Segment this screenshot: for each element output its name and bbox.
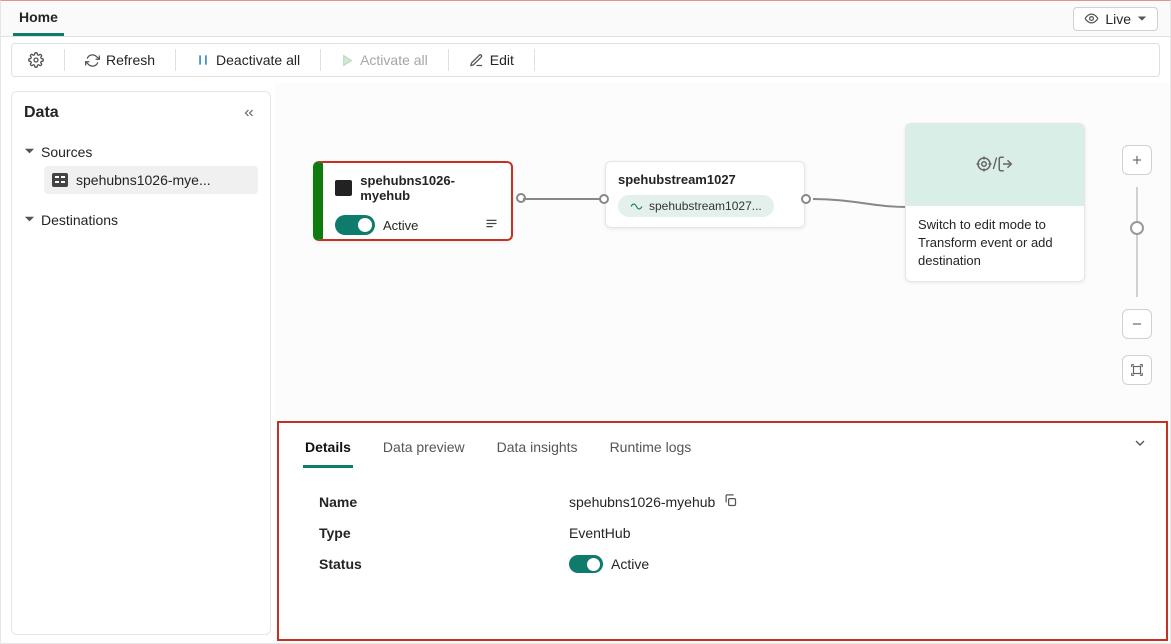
stream-pill-label: spehubstream1027... <box>649 199 762 213</box>
tab-runtime-logs[interactable]: Runtime logs <box>608 433 694 468</box>
details-panel: Details Data preview Data insights Runti… <box>277 421 1168 641</box>
destination-placeholder[interactable]: / Switch to edit mode to Transform event… <box>905 123 1085 282</box>
input-port[interactable] <box>599 194 609 204</box>
eventhub-icon <box>52 173 68 187</box>
activate-all-button[interactable]: Activate all <box>331 48 438 72</box>
copy-icon[interactable] <box>723 493 738 511</box>
deactivate-label: Deactivate all <box>216 52 300 68</box>
output-port[interactable] <box>801 194 811 204</box>
destination-hint: Switch to edit mode to Transform event o… <box>906 206 1084 281</box>
connector <box>523 194 609 204</box>
zoom-slider[interactable] <box>1136 187 1138 297</box>
tab-home[interactable]: Home <box>13 1 64 36</box>
gear-icon <box>28 52 44 68</box>
deactivate-all-button[interactable]: Deactivate all <box>186 48 310 72</box>
refresh-icon <box>85 53 100 68</box>
settings-button[interactable] <box>18 48 54 72</box>
stream-node[interactable]: spehubstream1027 spehubstream1027... <box>605 161 805 228</box>
tab-details[interactable]: Details <box>303 433 353 468</box>
activate-label: Activate all <box>360 52 428 68</box>
type-label: Type <box>319 525 569 541</box>
status-label: Active <box>383 218 418 233</box>
type-value: EventHub <box>569 525 630 541</box>
sources-label: Sources <box>41 144 92 160</box>
chevron-down-icon <box>24 144 35 160</box>
sources-header[interactable]: Sources <box>24 138 258 166</box>
source-item[interactable]: spehubns1026-mye... <box>44 166 258 194</box>
edit-button[interactable]: Edit <box>459 48 524 72</box>
eventhub-icon <box>335 180 352 196</box>
zoom-in-button[interactable] <box>1122 145 1152 175</box>
fit-button[interactable] <box>1122 355 1152 385</box>
pause-icon <box>196 53 210 67</box>
refresh-button[interactable]: Refresh <box>75 48 165 72</box>
refresh-label: Refresh <box>106 52 155 68</box>
status-value: Active <box>611 556 649 572</box>
top-tabs: Home Live <box>1 1 1170 37</box>
status-label: Status <box>319 556 569 572</box>
status-toggle[interactable] <box>569 555 603 573</box>
collapse-panel-icon[interactable] <box>1132 435 1148 454</box>
edit-label: Edit <box>490 52 514 68</box>
play-icon <box>341 54 354 67</box>
tab-data-preview[interactable]: Data preview <box>381 433 467 468</box>
zoom-controls <box>1122 145 1152 385</box>
destinations-label: Destinations <box>41 212 118 228</box>
sidebar-title: Data <box>24 104 258 122</box>
source-node-title: spehubns1026-myehub <box>360 173 499 203</box>
export-icon <box>997 155 1015 176</box>
design-canvas[interactable]: spehubns1026-myehub Active <box>275 83 1170 421</box>
connector <box>813 179 913 219</box>
stream-node-title: spehubstream1027 <box>618 172 792 187</box>
source-node[interactable]: spehubns1026-myehub Active <box>313 161 513 241</box>
toolbar: Refresh Deactivate all Activate all Edit <box>11 43 1160 77</box>
chevron-down-icon <box>24 212 35 228</box>
live-dropdown[interactable]: Live <box>1073 7 1158 31</box>
zoom-out-button[interactable] <box>1122 309 1152 339</box>
output-port[interactable] <box>516 193 526 203</box>
data-sidebar: Data Sources spehubns1026-mye... Destina… <box>11 91 271 635</box>
name-label: Name <box>319 494 569 510</box>
source-item-label: spehubns1026-mye... <box>76 172 211 188</box>
name-value: spehubns1026-myehub <box>569 494 715 510</box>
eye-icon <box>1084 11 1099 26</box>
chevron-down-icon <box>1137 11 1147 27</box>
stream-pill: spehubstream1027... <box>618 195 774 217</box>
tab-data-insights[interactable]: Data insights <box>495 433 580 468</box>
destinations-header[interactable]: Destinations <box>24 206 258 234</box>
edit-icon <box>469 53 484 68</box>
transform-icon <box>975 155 993 176</box>
live-label: Live <box>1105 11 1131 27</box>
status-toggle[interactable] <box>335 215 375 235</box>
collapse-sidebar-icon[interactable] <box>242 106 256 123</box>
more-icon[interactable] <box>484 216 499 234</box>
